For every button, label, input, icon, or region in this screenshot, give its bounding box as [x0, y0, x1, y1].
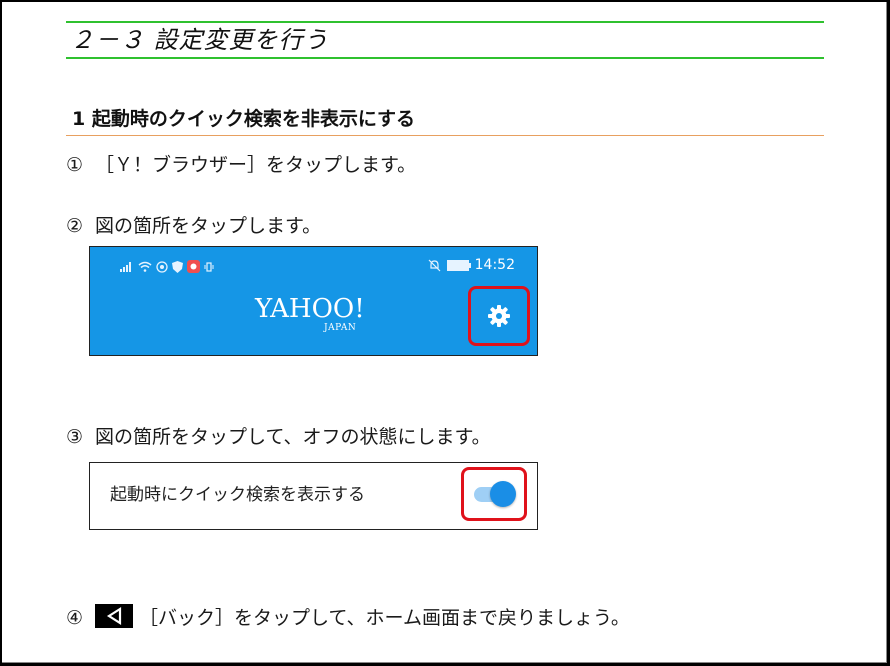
yahoo-logo-sub: JAPAN	[324, 323, 357, 333]
signal-icon	[120, 261, 131, 272]
toggle-setting-screenshot: 起動時にクイック検索を表示する	[89, 462, 538, 530]
step-text: 図の箇所をタップします。	[95, 215, 322, 237]
back-triangle-icon	[95, 604, 134, 628]
shield-icon	[172, 260, 183, 273]
step-1: ① ［Ｙ！ブラウザー］をタップします。	[66, 152, 416, 178]
app-bar-screenshot: 14:52 YAHOO! JAPAN	[89, 246, 538, 356]
toggle-highlight[interactable]	[461, 467, 527, 521]
step-text: 図の箇所をタップして、オフの状態にします。	[95, 426, 491, 448]
step-number: ①	[66, 154, 84, 176]
gear-icon[interactable]	[487, 304, 511, 328]
subsection-title: 1 起動時のクイック検索を非表示にする	[72, 108, 416, 130]
step-2: ② 図の箇所をタップします。	[66, 213, 321, 239]
step-number: ④	[66, 607, 84, 629]
browser-icon	[156, 260, 168, 273]
section-rule-bottom	[66, 57, 824, 59]
step-3: ③ 図の箇所をタップして、オフの状態にします。	[66, 424, 491, 450]
step-text: ［バック］をタップして、ホーム画面まで戻りましょう。	[139, 607, 630, 629]
status-time: 14:52	[474, 257, 515, 273]
section-title: ２－３ 設定変更を行う	[70, 26, 329, 54]
step-number: ③	[66, 426, 84, 448]
step-number: ②	[66, 215, 84, 237]
app-notification-icon	[187, 260, 200, 273]
section-rule-top	[66, 21, 824, 23]
yahoo-logo: YAHOO!	[255, 294, 365, 324]
status-icons-right: 14:52	[428, 257, 515, 273]
settings-highlight[interactable]	[468, 286, 530, 346]
vibrate-icon	[204, 261, 214, 272]
step-text: ［Ｙ！ブラウザー］をタップします。	[95, 154, 417, 176]
step-4: ④ ［バック］をタップして、ホーム画面まで戻りましょう。	[66, 604, 630, 631]
mute-bell-icon	[428, 259, 441, 271]
wifi-icon	[138, 261, 152, 272]
status-icons-left	[120, 260, 214, 273]
toggle-knob[interactable]	[490, 481, 516, 507]
battery-icon	[446, 259, 471, 271]
toggle-label: 起動時にクイック検索を表示する	[110, 485, 365, 505]
subsection-rule	[66, 135, 824, 136]
